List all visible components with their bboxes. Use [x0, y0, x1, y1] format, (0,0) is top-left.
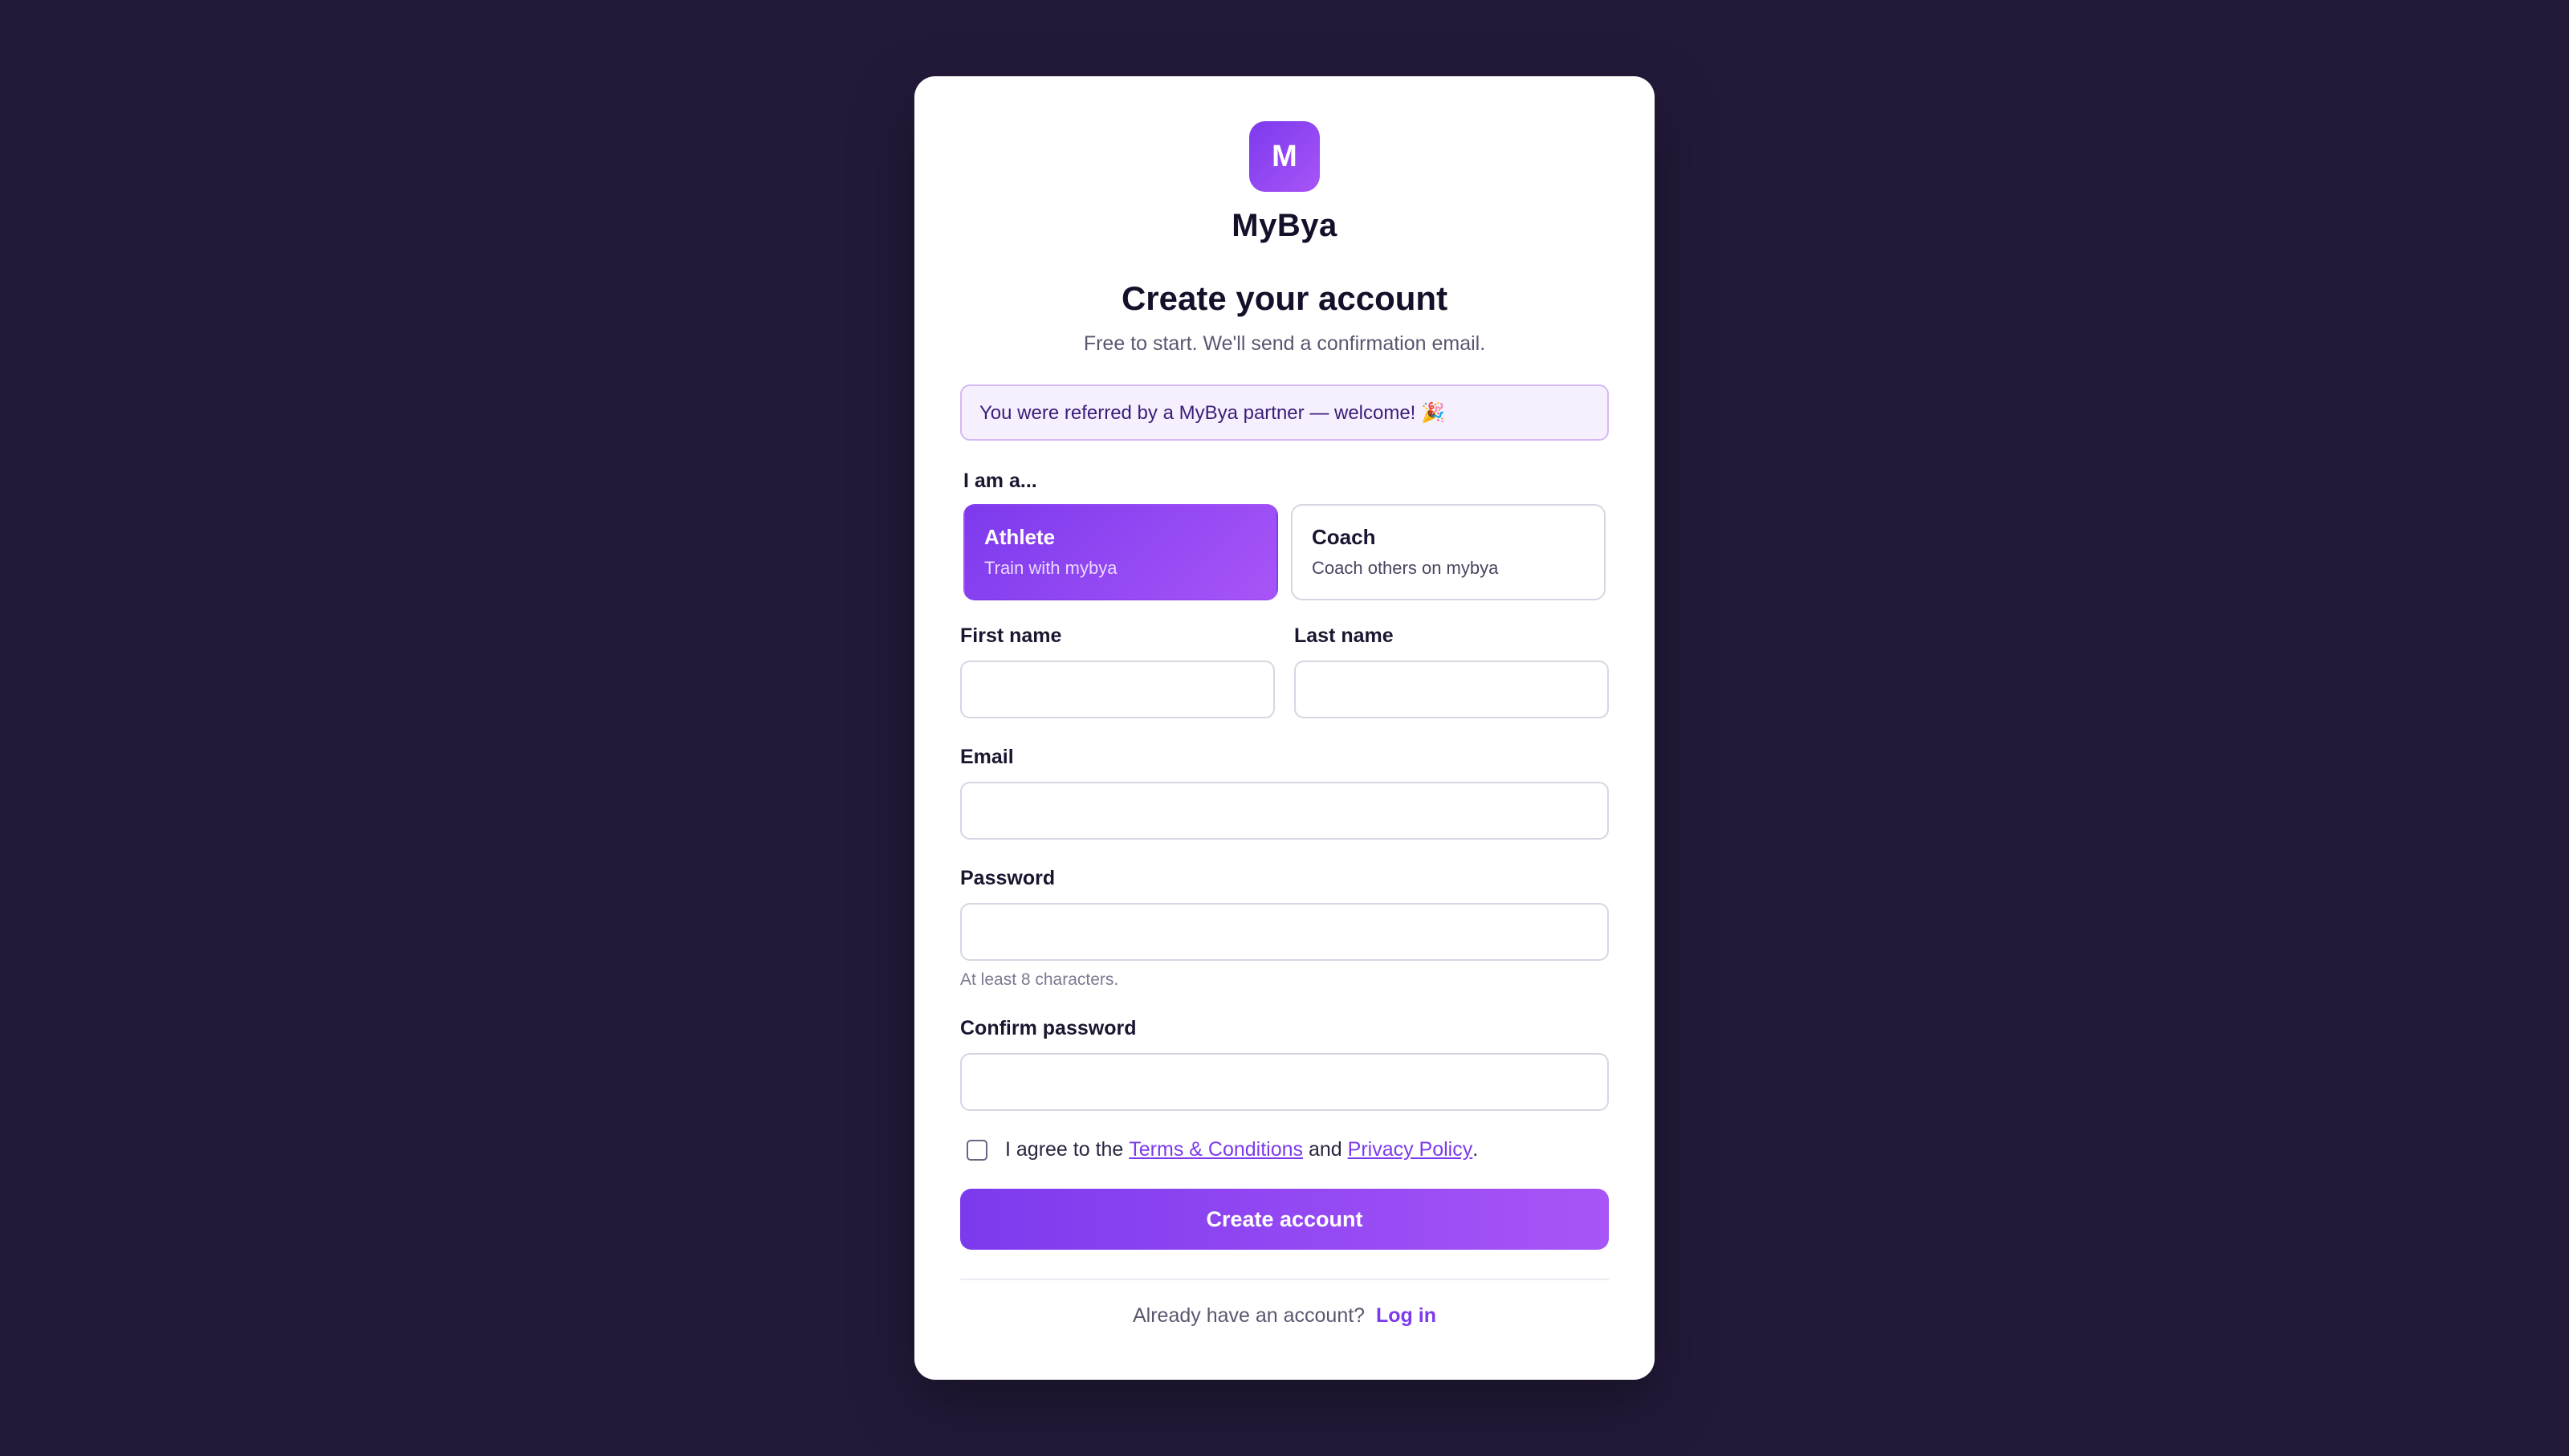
login-link[interactable]: Log in: [1376, 1304, 1436, 1327]
email-input[interactable]: [960, 782, 1609, 840]
role-selector: Athlete Train with mybya Coach Coach oth…: [960, 504, 1609, 600]
brand-logo: M: [1249, 121, 1320, 192]
referral-banner: You were referred by a MyBya partner — w…: [960, 384, 1609, 441]
terms-middle: and: [1303, 1138, 1348, 1161]
login-prompt-text: Already have an account?: [1133, 1304, 1371, 1327]
role-option-description: Coach others on mybya: [1312, 558, 1499, 578]
terms-agreement: I agree to the Terms & Conditions and Pr…: [960, 1138, 1609, 1161]
last-name-label: Last name: [1294, 624, 1394, 647]
privacy-link[interactable]: Privacy Policy: [1348, 1138, 1473, 1161]
terms-suffix: .: [1472, 1138, 1479, 1161]
role-option-title: Coach: [1312, 525, 1376, 549]
last-name-input[interactable]: [1294, 661, 1609, 718]
password-input[interactable]: [960, 903, 1609, 961]
last-name-group: Last name: [1294, 624, 1609, 718]
page-title: Create your account: [1121, 279, 1448, 317]
password-hint: At least 8 characters.: [960, 970, 1119, 989]
login-prompt: Already have an account? Log in: [960, 1304, 1609, 1328]
role-option-athlete[interactable]: Athlete Train with mybya: [963, 504, 1278, 600]
role-option-title: Athlete: [984, 525, 1056, 549]
terms-prefix: I agree to the: [1005, 1138, 1130, 1161]
email-group: Email: [960, 746, 1609, 840]
first-name-label: First name: [960, 624, 1062, 647]
first-name-input[interactable]: [960, 661, 1275, 718]
confirm-password-input[interactable]: [960, 1053, 1609, 1111]
role-option-description: Train with mybya: [984, 558, 1118, 578]
brand-name: MyBya: [1232, 208, 1337, 243]
first-name-group: First name: [960, 624, 1275, 718]
password-label: Password: [960, 867, 1056, 889]
create-account-button[interactable]: Create account: [960, 1189, 1609, 1250]
brand-header: M MyBya: [960, 121, 1609, 244]
password-group: Password At least 8 characters.: [960, 867, 1609, 990]
referral-message: You were referred by a MyBya partner — w…: [979, 401, 1445, 424]
name-row: First name Last name: [960, 624, 1609, 718]
page-subtitle: Free to start. We'll send a confirmation…: [1083, 332, 1486, 355]
terms-checkbox[interactable]: [967, 1139, 987, 1161]
role-label: I am a...: [963, 470, 1037, 492]
signup-card: M MyBya Create your account Free to star…: [914, 76, 1655, 1380]
terms-link[interactable]: Terms & Conditions: [1129, 1138, 1303, 1161]
divider: [960, 1279, 1609, 1280]
email-label: Email: [960, 746, 1014, 768]
confirm-password-group: Confirm password: [960, 1017, 1609, 1111]
role-option-coach[interactable]: Coach Coach others on mybya: [1291, 504, 1606, 600]
confirm-password-label: Confirm password: [960, 1017, 1137, 1039]
